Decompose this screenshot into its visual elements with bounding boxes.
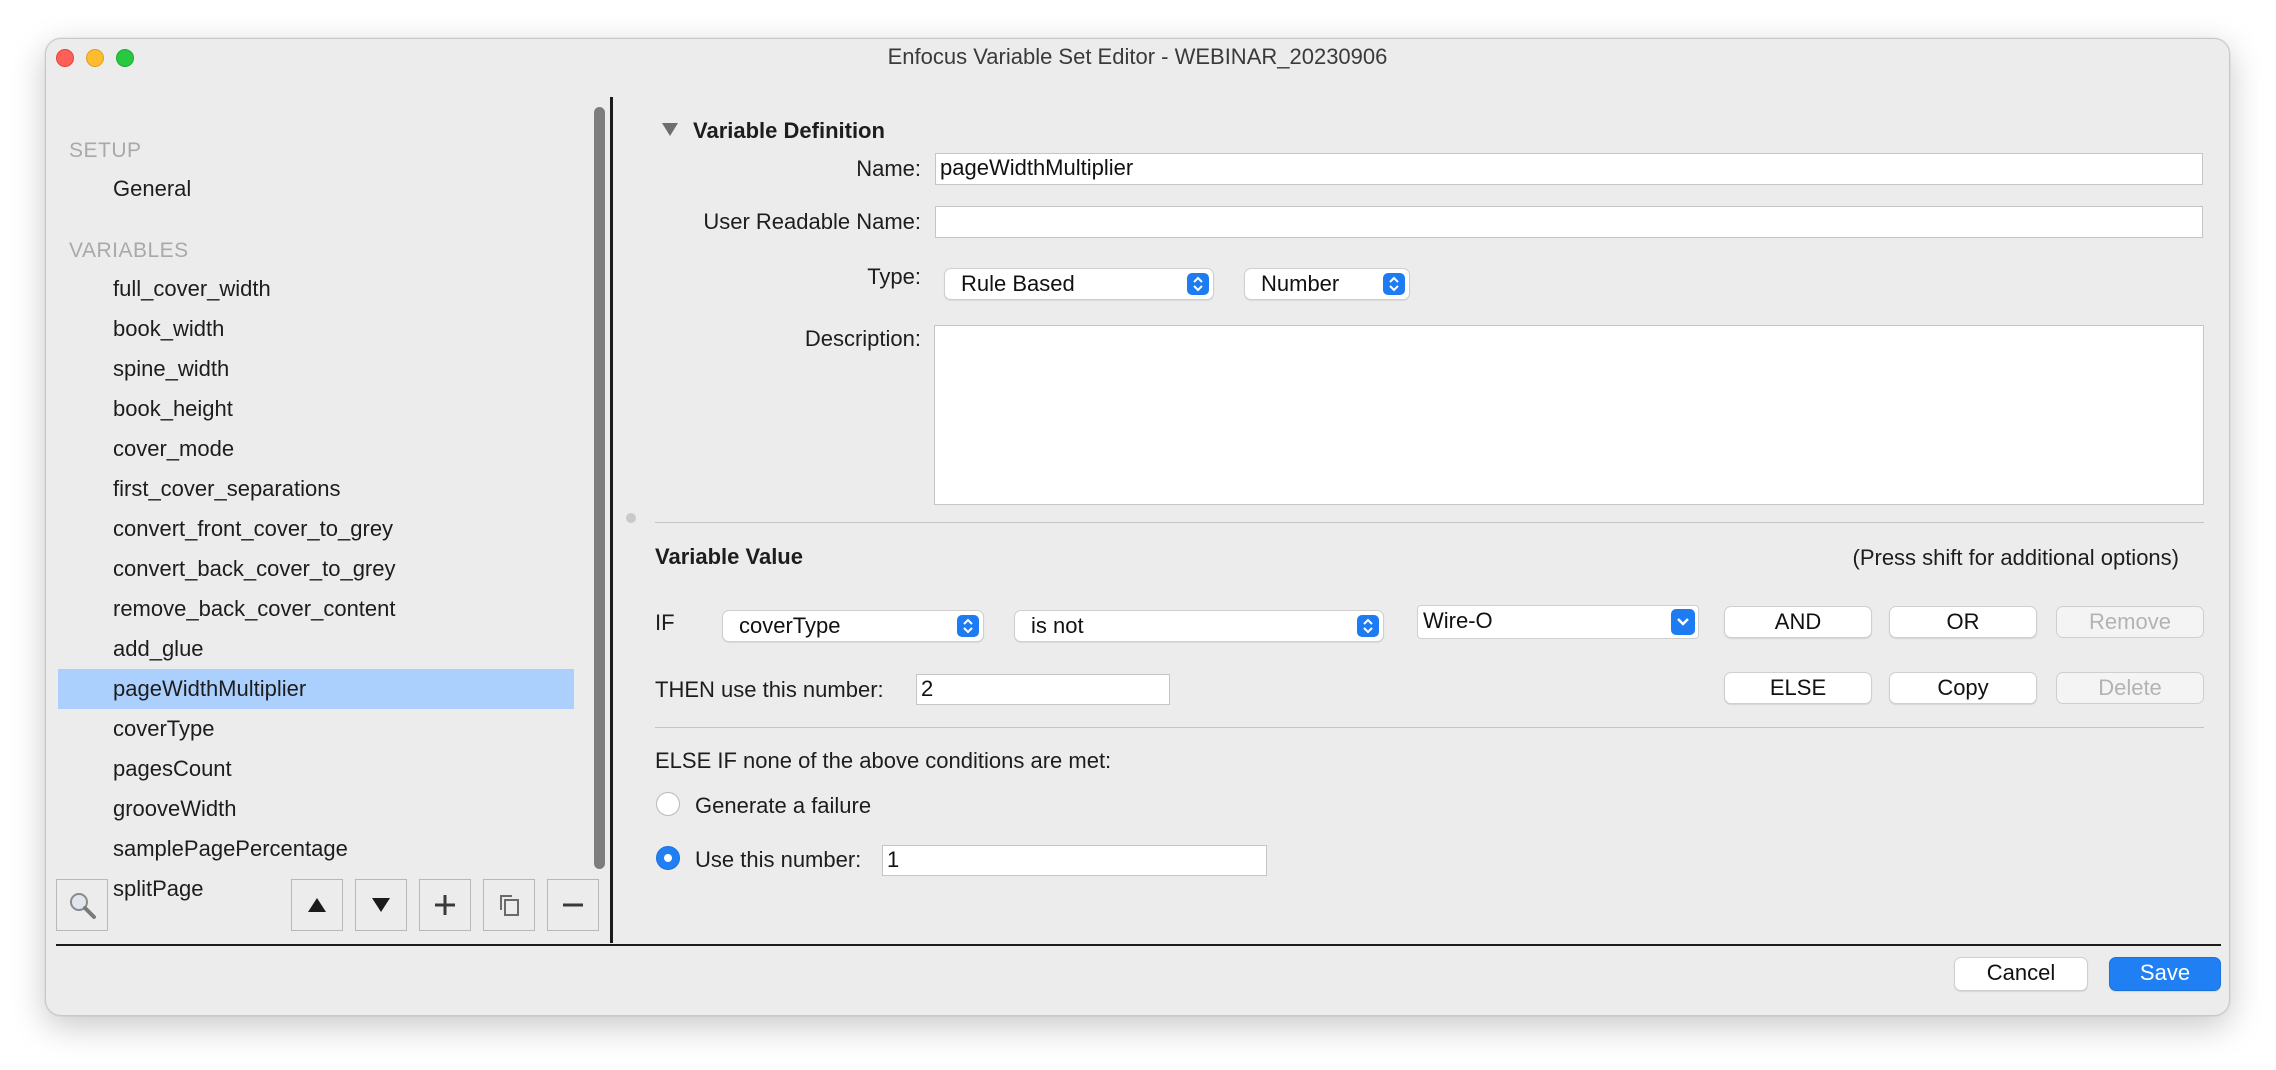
add-variable-button[interactable] [419, 879, 471, 931]
shift-hint: (Press shift for additional options) [1852, 545, 2180, 570]
else-button[interactable]: ELSE [1724, 672, 1872, 704]
disclosure-triangle-icon[interactable] [661, 121, 679, 142]
sidebar-item-variable[interactable]: coverType [58, 709, 574, 749]
generate-failure-radio[interactable] [656, 792, 680, 816]
sidebar-item-variable[interactable]: book_height [58, 389, 574, 429]
window-title: Enfocus Variable Set Editor - WEBINAR_20… [887, 44, 1388, 69]
condition-value-combobox[interactable]: Wire-O [1417, 605, 1699, 639]
sidebar: SETUP General VARIABLES full_cover_width… [58, 99, 612, 909]
search-icon [67, 890, 97, 920]
variable-set-editor-window: Enfocus Variable Set Editor - WEBINAR_20… [45, 38, 2230, 1016]
user-readable-name-field[interactable] [935, 206, 2203, 238]
use-number-radio[interactable] [656, 846, 680, 870]
panel-divider[interactable] [610, 97, 613, 943]
cancel-button[interactable]: Cancel [1954, 957, 2088, 991]
sidebar-item-variable[interactable]: full_cover_width [58, 269, 574, 309]
sidebar-item-variable[interactable]: convert_back_cover_to_grey [58, 549, 574, 589]
condition-value-text: Wire-O [1423, 608, 1493, 633]
remove-condition-button[interactable]: Remove [2056, 606, 2204, 638]
move-up-button[interactable] [291, 879, 343, 931]
sidebar-item-variable[interactable]: samplePagePercentage [58, 829, 574, 869]
sidebar-item-variable[interactable]: first_cover_separations [58, 469, 574, 509]
remove-variable-button[interactable] [547, 879, 599, 931]
condition-variable-value: coverType [739, 613, 841, 638]
chevron-updown-icon [1357, 615, 1379, 637]
sidebar-item-general[interactable]: General [58, 169, 574, 209]
then-number-field[interactable]: 2 [916, 674, 1170, 705]
move-up-icon [306, 896, 328, 914]
rule-separator [655, 727, 2204, 728]
sidebar-item-variable[interactable]: remove_back_cover_content [58, 589, 574, 629]
delete-rule-button[interactable]: Delete [2056, 672, 2204, 704]
move-down-button[interactable] [355, 879, 407, 931]
use-number-label[interactable]: Use this number: [695, 847, 861, 873]
sidebar-item-variable[interactable]: convert_front_cover_to_grey [58, 509, 574, 549]
sidebar-item-variable[interactable]: pagesCount [58, 749, 574, 789]
description-label: Description: [804, 326, 921, 351]
search-button[interactable] [56, 879, 108, 931]
chevron-down-icon[interactable] [1671, 609, 1695, 635]
condition-operator-value: is not [1031, 613, 1084, 638]
then-label: THEN use this number: [655, 677, 884, 702]
remove-icon [561, 893, 585, 917]
sidebar-item-variable[interactable]: book_width [58, 309, 574, 349]
variable-value-title: Variable Value [655, 544, 803, 569]
title-bar: Enfocus Variable Set Editor - WEBINAR_20… [46, 39, 2229, 77]
sidebar-item-variable[interactable]: cover_mode [58, 429, 574, 469]
chevron-updown-icon [957, 615, 979, 637]
save-button[interactable]: Save [2109, 957, 2221, 991]
else-if-label: ELSE IF none of the above conditions are… [655, 748, 1112, 773]
sidebar-item-variable[interactable]: spine_width [58, 349, 574, 389]
variable-definition-title: Variable Definition [693, 118, 885, 143]
number-type-select-value: Number [1261, 271, 1340, 296]
user-readable-name-label: User Readable Name: [703, 209, 921, 234]
condition-variable-select[interactable]: coverType [722, 610, 984, 642]
generate-failure-label[interactable]: Generate a failure [695, 793, 871, 819]
footer-divider [56, 944, 2221, 946]
section-separator [655, 522, 2204, 523]
sidebar-item-variable[interactable]: grooveWidth [58, 789, 574, 829]
sidebar-item-variable-selected[interactable]: pageWidthMultiplier [58, 669, 574, 709]
name-field[interactable]: pageWidthMultiplier [935, 153, 2203, 185]
type-select-value: Rule Based [961, 271, 1075, 296]
type-label: Type: [867, 264, 921, 289]
split-view-handle[interactable] [626, 513, 636, 523]
sidebar-section-variables: VARIABLES [69, 239, 189, 262]
number-type-select[interactable]: Number [1244, 268, 1410, 300]
duplicate-icon [496, 892, 522, 918]
sidebar-section-setup: SETUP [69, 139, 142, 162]
move-down-icon [370, 896, 392, 914]
use-number-field[interactable]: 1 [882, 845, 1267, 876]
chevron-updown-icon [1383, 273, 1405, 295]
duplicate-variable-button[interactable] [483, 879, 535, 931]
or-button[interactable]: OR [1889, 606, 2037, 638]
add-icon [433, 893, 457, 917]
condition-operator-select[interactable]: is not [1014, 610, 1384, 642]
description-field[interactable] [934, 325, 2204, 505]
sidebar-scrollbar[interactable] [591, 107, 607, 869]
copy-button[interactable]: Copy [1889, 672, 2037, 704]
name-label: Name: [856, 156, 921, 181]
sidebar-scrollbar-thumb[interactable] [594, 107, 605, 869]
if-label: IF [655, 610, 675, 635]
sidebar-item-variable[interactable]: add_glue [58, 629, 574, 669]
type-select[interactable]: Rule Based [944, 268, 1214, 300]
chevron-updown-icon [1187, 273, 1209, 295]
and-button[interactable]: AND [1724, 606, 1872, 638]
